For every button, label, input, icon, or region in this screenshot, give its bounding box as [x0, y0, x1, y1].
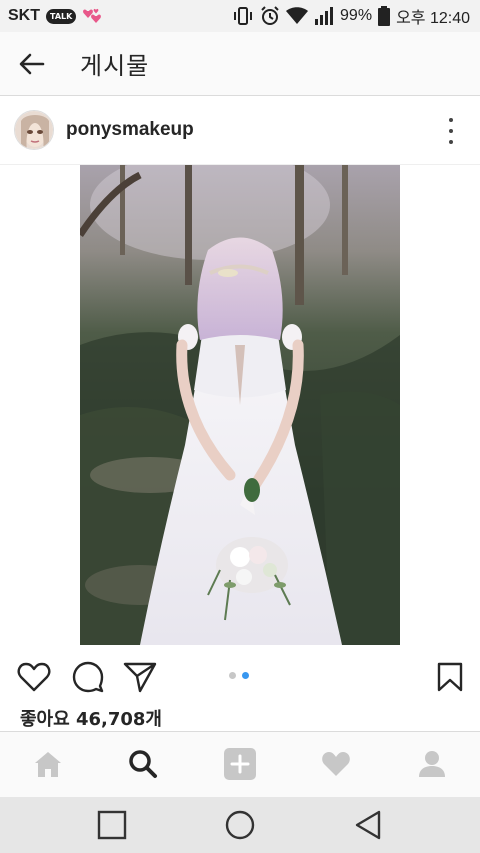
more-dot	[449, 140, 453, 144]
bookmark-icon	[437, 662, 463, 692]
clock: 오후 12:40	[396, 10, 470, 27]
nav-search[interactable]	[123, 746, 163, 782]
signal-icon	[315, 7, 334, 25]
avatar-image	[15, 111, 53, 149]
nav-add[interactable]	[220, 746, 260, 782]
save-button[interactable]	[432, 659, 468, 695]
recent-apps-icon	[97, 810, 127, 840]
like-count[interactable]: 좋아요 46,708개	[20, 705, 162, 731]
carrier-label: SKT	[8, 7, 40, 24]
back-button[interactable]	[0, 32, 64, 96]
wifi-icon	[286, 7, 309, 24]
page-title: 게시물	[80, 52, 150, 80]
kakaotalk-icon: TALK	[46, 8, 77, 24]
search-icon	[129, 750, 157, 778]
carousel-dot	[229, 672, 236, 679]
recent-apps-button[interactable]	[92, 807, 132, 843]
alarm-icon	[261, 6, 279, 25]
heart-icon	[17, 662, 51, 692]
status-right: 99% 오후 12:40	[232, 4, 470, 28]
post-actions	[0, 653, 480, 701]
arrow-left-icon	[19, 53, 45, 74]
bottom-nav	[0, 731, 480, 797]
system-nav-bar	[0, 797, 480, 853]
status-left: SKT TALK	[8, 7, 104, 25]
activity-icon	[322, 752, 350, 776]
like-button[interactable]	[16, 659, 52, 695]
battery-percent: 99%	[340, 7, 373, 24]
username[interactable]: ponysmakeup	[66, 119, 194, 141]
nav-activity[interactable]	[316, 746, 356, 782]
add-icon	[224, 748, 256, 780]
back-triangle-icon	[355, 810, 381, 840]
system-back-button[interactable]	[348, 807, 388, 843]
carousel-dot-active	[242, 672, 249, 679]
comment-icon	[72, 661, 104, 693]
system-home-button[interactable]	[220, 807, 260, 843]
more-vertical-icon[interactable]	[446, 118, 456, 144]
post-image[interactable]	[80, 165, 400, 645]
wedding-photo	[80, 165, 400, 645]
share-icon	[123, 662, 157, 693]
avatar[interactable]	[14, 110, 54, 150]
vibrate-icon	[234, 7, 253, 25]
nav-home[interactable]	[28, 746, 68, 782]
more-dot	[449, 118, 453, 122]
share-button[interactable]	[122, 659, 158, 695]
comment-button[interactable]	[70, 659, 106, 695]
home-circle-icon	[225, 810, 255, 840]
profile-icon	[419, 751, 445, 777]
more-dot	[449, 129, 453, 133]
battery-icon	[378, 6, 391, 26]
carousel-indicator	[229, 672, 249, 679]
home-icon	[35, 752, 61, 777]
nav-profile[interactable]	[412, 746, 452, 782]
hearts-icon	[83, 8, 102, 23]
post-header: ponysmakeup	[0, 96, 480, 165]
top-header: 게시물	[0, 32, 480, 96]
status-bar: SKT TALK 99% 오후 12:40	[0, 0, 480, 32]
